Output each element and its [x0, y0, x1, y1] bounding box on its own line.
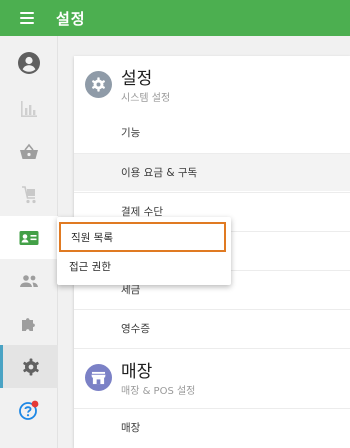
settings-section-subtitle: 시스템 설정 — [121, 93, 171, 104]
rail-item-integrations[interactable] — [0, 302, 58, 345]
rail-item-employees[interactable] — [0, 216, 58, 259]
store-section-subtitle: 매장 & POS 설정 — [121, 386, 196, 397]
bar-chart-icon — [21, 100, 37, 117]
page-title: 설정 — [56, 9, 86, 28]
rail-item-customers[interactable] — [0, 259, 58, 302]
rail-item-inventory[interactable] — [0, 173, 58, 216]
badge-card-icon — [19, 230, 39, 245]
rail-item-reports[interactable] — [0, 87, 58, 130]
settings-section-header: 설정 시스템 설정 — [74, 56, 350, 108]
people-icon — [20, 274, 38, 287]
store-section-header: 매장 매장 & POS 설정 — [74, 348, 350, 401]
settings-row-receipts[interactable]: 영수증 — [74, 309, 350, 347]
employees-flyout-menu: 직원 목록 접근 권한 — [57, 217, 231, 285]
navigation-rail — [0, 36, 58, 448]
rail-item-items[interactable] — [0, 130, 58, 173]
puzzle-icon — [22, 317, 35, 331]
help-icon — [19, 400, 39, 420]
top-app-bar: 설정 — [0, 0, 350, 36]
store-section-title: 매장 — [121, 362, 153, 382]
hamburger-menu-icon[interactable] — [20, 12, 34, 24]
gear-icon — [22, 358, 39, 375]
menu-item-employee-list[interactable]: 직원 목록 — [59, 222, 226, 252]
basket-icon — [20, 143, 38, 159]
settings-row-billing[interactable]: 이용 요금 & 구독 — [74, 153, 350, 191]
cart-icon — [22, 185, 36, 203]
store-icon — [91, 371, 106, 384]
settings-row-features[interactable]: 기능 — [74, 113, 350, 151]
rail-item-account[interactable] — [0, 41, 58, 84]
settings-section-title: 설정 — [121, 69, 153, 89]
account-circle-icon — [18, 51, 40, 74]
rail-item-settings[interactable] — [0, 345, 58, 388]
store-row-stores[interactable]: 매장 — [74, 408, 350, 446]
menu-item-access-rights[interactable]: 접근 권한 — [57, 251, 231, 281]
gear-icon — [92, 77, 105, 92]
rail-item-help[interactable] — [0, 388, 58, 431]
settings-section-icon — [85, 71, 112, 98]
store-section-icon — [85, 364, 112, 391]
notification-badge — [31, 400, 39, 407]
